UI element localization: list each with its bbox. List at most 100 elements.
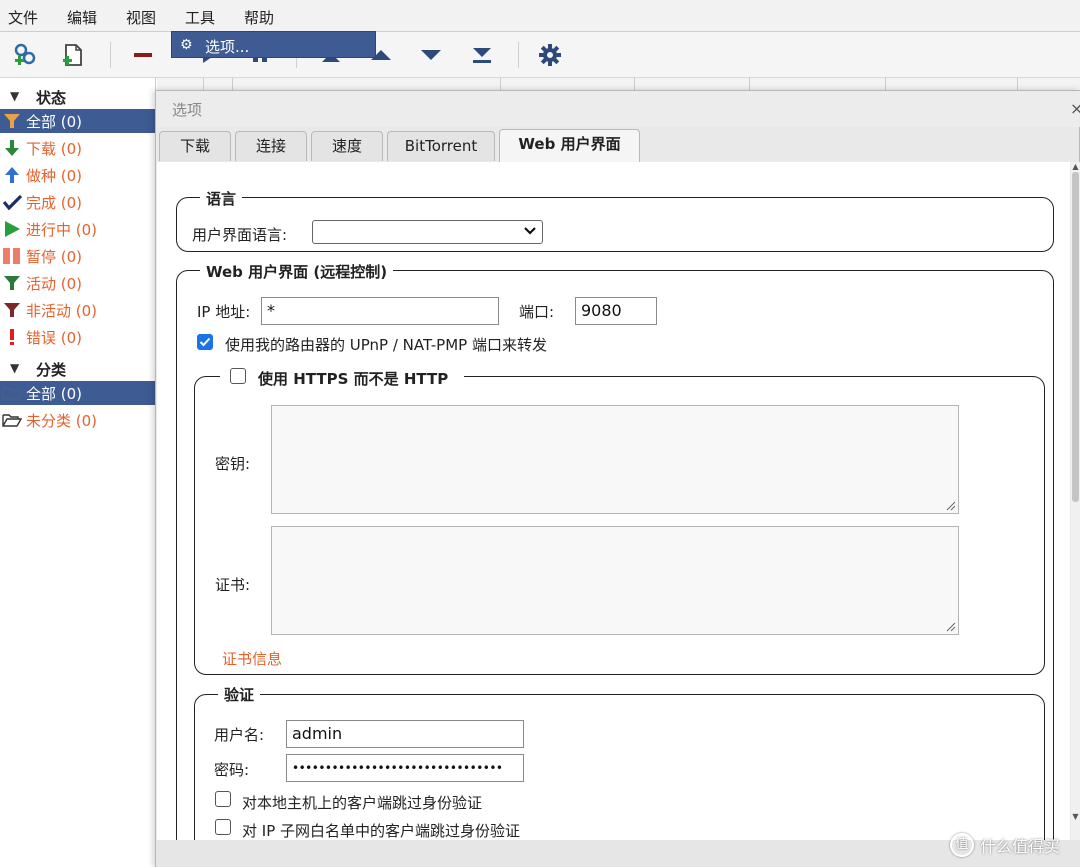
dialog-footer [156,840,1080,867]
port-input[interactable]: 9080 [575,297,657,325]
password-label: 密码: [214,761,250,779]
language-fieldset [176,197,1054,252]
remove-button[interactable] [128,40,158,70]
menu-tools[interactable]: 工具 [185,7,215,28]
chevron-down-icon [524,227,536,235]
toolbar-separator [518,42,519,68]
sidebar-item-label: 活动 (0) [26,275,83,293]
key-textarea[interactable] [271,405,959,514]
menu-file[interactable]: 文件 [8,7,38,28]
pause-icon [3,248,20,264]
play-icon [5,221,20,237]
sidebar-item-inactive[interactable]: 非活动 (0) [0,298,156,322]
active-filter-icon [4,276,20,290]
sidebar-item-label: 完成 (0) [26,194,83,212]
sidebar-item-label: 非活动 (0) [26,302,98,320]
collapse-triangle-icon: ▼ [10,361,20,375]
bypass-localhost-checkbox[interactable] [215,791,231,807]
move-bottom-icon [473,48,491,63]
close-icon[interactable]: × [1070,99,1080,118]
tools-dropdown-menu: ⚙ 选项... [171,31,376,58]
filter-sidebar: ▼ 状态 全部 (0) 下载 (0) 做种 (0) 完成 (0) 进行中 (0)… [0,78,156,867]
add-torrent-link-icon [14,43,36,65]
menu-help[interactable]: 帮助 [244,7,274,28]
menu-edit[interactable]: 编辑 [67,7,97,28]
upnp-checkbox[interactable] [197,334,213,350]
password-input[interactable]: •••••••••••••••••••••••••••••••• [286,754,524,782]
seeding-arrow-icon [5,167,19,183]
checkmark-icon [199,337,211,347]
checkmark-icon [2,194,22,211]
move-down-button[interactable] [416,40,446,70]
toolbar-separator [110,42,111,68]
sidebar-item-running[interactable]: 进行中 (0) [0,217,156,241]
sidebar-item-active[interactable]: 活动 (0) [0,271,156,295]
add-torrent-file-button[interactable] [58,40,88,70]
inactive-filter-icon [4,303,20,317]
sidebar-item-uncategorized[interactable]: 未分类 (0) [0,408,156,432]
sidebar-item-completed[interactable]: 完成 (0) [0,190,156,214]
status-section-header[interactable]: ▼ 状态 [0,85,156,109]
bypass-whitelist-checkbox[interactable] [215,819,231,835]
add-torrent-file-icon [63,44,82,66]
bypass-whitelist-label: 对 IP 子网白名单中的客户端跳过身份验证 [242,822,521,840]
toolbar [0,32,1080,78]
tab-downloads[interactable]: 下载 [159,131,231,161]
certificate-textarea[interactable] [271,526,959,635]
tab-speed[interactable]: 速度 [311,131,383,161]
sidebar-item-category-all[interactable]: 全部 (0) [0,381,156,405]
ui-language-label: 用户界面语言: [192,226,288,244]
authentication-legend: 验证 [218,684,261,705]
tab-bittorrent[interactable]: BitTorrent [387,131,495,161]
web-ui-legend: Web 用户界面 (远程控制) [200,261,394,282]
remove-icon [134,53,152,57]
menu-view[interactable]: 视图 [126,7,156,28]
ip-address-label: IP 地址: [197,303,251,321]
sidebar-item-seeding[interactable]: 做种 (0) [0,163,156,187]
add-torrent-link-button[interactable] [10,40,40,70]
sidebar-item-label: 错误 (0) [26,329,83,347]
open-folder-icon [2,414,22,427]
ui-language-select[interactable] [312,220,543,244]
https-legend: 使用 HTTPS 而不是 HTTP [220,366,464,388]
language-legend: 语言 [200,188,243,209]
filter-all-icon [4,114,20,128]
options-dialog: 选项 × 下载 连接 速度 BitTorrent Web 用户界面 语言 用户界… [155,90,1080,867]
collapse-triangle-icon: ▼ [10,89,20,103]
scrollbar-thumb[interactable] [1072,172,1079,502]
category-section-header[interactable]: ▼ 分类 [0,357,156,381]
resize-grip-icon [946,501,956,511]
scroll-down-icon[interactable]: ▼ [1071,812,1080,821]
gear-icon: ⚙ [180,37,193,53]
sidebar-item-errored[interactable]: 错误 (0) [0,325,156,349]
sidebar-item-label: 做种 (0) [26,167,83,185]
sidebar-item-label: 全部 (0) [26,385,83,403]
options-button[interactable] [535,40,565,70]
username-label: 用户名: [214,726,265,744]
dialog-title: 选项 [172,101,203,119]
web-ui-settings-panel: 语言 用户界面语言: Web 用户界面 (远程控制) IP 地址: * 端口: … [157,162,1070,840]
dialog-titlebar[interactable]: 选项 × [156,91,1080,127]
ip-address-input[interactable]: * [261,297,499,325]
move-bottom-button[interactable] [467,40,497,70]
site-watermark: 值 什么值得买 [950,832,1060,858]
certificate-info-link[interactable]: 证书信息 [222,648,282,669]
tab-connection[interactable]: 连接 [235,131,307,161]
resize-grip-icon [946,622,956,632]
https-legend-label: 使用 HTTPS 而不是 HTTP [258,370,449,388]
sidebar-item-paused[interactable]: 暂停 (0) [0,244,156,268]
options-gear-icon [539,44,561,66]
sidebar-item-label: 全部 (0) [26,113,83,131]
sidebar-item-downloading[interactable]: 下载 (0) [0,136,156,160]
sidebar-item-label: 下载 (0) [26,140,83,158]
tab-web-ui[interactable]: Web 用户界面 [499,129,640,162]
scroll-up-icon[interactable]: ▲ [1071,162,1080,171]
https-checkbox[interactable] [230,368,246,384]
download-arrow-icon [5,140,19,156]
options-menu-item[interactable]: 选项... [205,36,249,57]
key-label: 密钥: [215,455,251,473]
dialog-scrollbar[interactable]: ▲ ▼ [1071,162,1080,840]
username-input[interactable]: admin [286,720,524,748]
sidebar-item-all[interactable]: 全部 (0) [0,109,156,133]
menu-bar: 文件 编辑 视图 工具 帮助 [0,0,1080,32]
